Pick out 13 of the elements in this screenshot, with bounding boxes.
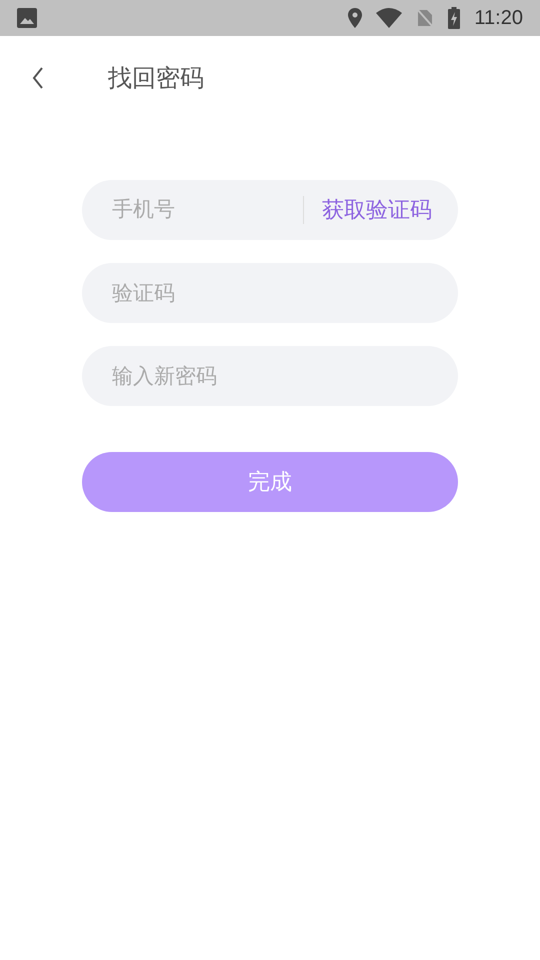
done-button[interactable]: 完成 xyxy=(82,452,458,512)
get-code-button[interactable]: 获取验证码 xyxy=(322,194,432,226)
back-icon xyxy=(32,67,44,89)
input-field[interactable]: 验证码 xyxy=(82,263,458,323)
phone-field[interactable]: 手机号 获取验证码 xyxy=(82,180,458,240)
location-icon xyxy=(348,8,362,28)
wifi-icon xyxy=(376,8,402,28)
battery-charging-icon xyxy=(448,7,460,29)
status-time: 11:20 xyxy=(474,6,523,31)
image-icon xyxy=(17,8,37,28)
no-sim-icon xyxy=(416,8,434,28)
page-title: 找回密码 xyxy=(108,63,204,94)
input-field[interactable]: 输入新密码 xyxy=(82,346,458,406)
